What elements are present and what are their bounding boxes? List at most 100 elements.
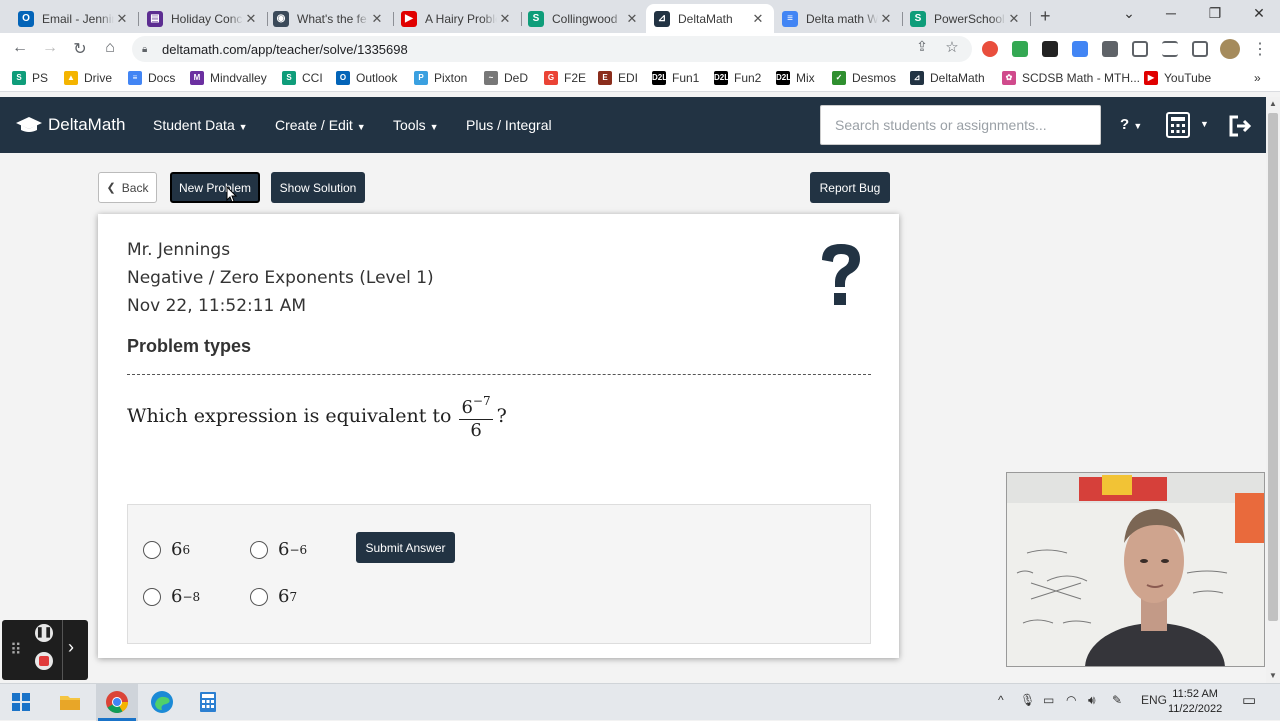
chevron-up-icon[interactable]: ^ (998, 693, 1004, 707)
chevron-right-icon[interactable]: › (68, 637, 74, 658)
edge-icon[interactable] (150, 690, 174, 714)
volume-icon[interactable]: 🔊︎ (1088, 693, 1096, 708)
scroll-down-arrow-icon[interactable]: ▼ (1269, 671, 1277, 680)
show-solution-button[interactable]: Show Solution (271, 172, 365, 203)
bookmark-item[interactable]: ✓ Desmos (832, 71, 896, 85)
deltamath-logo[interactable]: DeltaMath (16, 115, 125, 135)
answer-choice[interactable]: 66 (143, 539, 190, 560)
microphone-icon[interactable]: 🎙︎ (1020, 693, 1035, 707)
browser-tab[interactable]: ▶ A Hairy Problem✕ (393, 4, 522, 33)
browser-tab[interactable]: ◉ What's the fe ✕ (265, 4, 394, 33)
bookmark-item[interactable]: M Mindvalley (190, 71, 267, 85)
bookmark-item[interactable]: D2L Fun2 (714, 71, 761, 85)
bookmark-item[interactable]: ~ DeD (484, 71, 528, 85)
bookmark-item[interactable]: ≡ Docs (128, 71, 175, 85)
bookmark-item[interactable]: E EDI (598, 71, 638, 85)
scroll-up-arrow-icon[interactable]: ▲ (1269, 99, 1277, 108)
back-button[interactable]: ❮ Back (98, 172, 157, 203)
minimize-button[interactable]: ─ (1156, 5, 1186, 21)
tab-search-icon[interactable]: ⌄ (1114, 5, 1144, 22)
pen-icon[interactable]: ✎ (1112, 693, 1122, 707)
bookmark-item[interactable]: ▶ YouTube (1144, 71, 1211, 85)
bookmark-item[interactable]: D2L Mix (776, 71, 815, 85)
bookmark-item[interactable]: ▲ Drive (64, 71, 112, 85)
close-tab-icon[interactable]: ✕ (1006, 11, 1022, 27)
bookmark-item[interactable]: P Pixton (414, 71, 467, 85)
address-bar[interactable]: 🔒︎ deltamath.com/app/teacher/solve/13356… (132, 36, 972, 62)
close-tab-icon[interactable]: ✕ (243, 11, 259, 27)
stop-recording-button[interactable] (35, 652, 53, 670)
nav-student-data[interactable]: Student Data ▼ (153, 117, 248, 133)
reading-list-icon[interactable] (1162, 41, 1178, 57)
answer-choice[interactable]: 6 −6 (250, 539, 307, 560)
notifications-icon[interactable]: ▭ (1242, 691, 1256, 709)
browser-tab[interactable]: O Email - Jennings✕ (10, 4, 139, 33)
extensions-puzzle-icon[interactable] (1102, 41, 1118, 57)
more-bookmarks-icon[interactable]: » (1254, 71, 1261, 85)
nav-tools[interactable]: Tools ▼ (393, 117, 439, 133)
bookmark-item[interactable]: D2L Fun1 (652, 71, 699, 85)
caret-down-icon[interactable]: ▼ (1200, 119, 1209, 129)
back-arrow-icon[interactable]: ← (10, 39, 30, 57)
extension-icon[interactable] (1042, 41, 1058, 57)
close-tab-icon[interactable]: ✕ (750, 11, 766, 27)
submit-answer-button[interactable]: Submit Answer (356, 532, 455, 563)
home-icon[interactable]: ⌂ (100, 39, 120, 57)
profile-avatar[interactable] (1220, 39, 1240, 59)
nav-plus-integral[interactable]: Plus / Integral (466, 117, 552, 133)
cast-icon[interactable] (1132, 41, 1148, 57)
reload-icon[interactable]: ↻ (70, 39, 90, 59)
bookmark-item[interactable]: ✿ SCDSB Math - MTH... (1002, 71, 1140, 85)
side-panel-icon[interactable] (1192, 41, 1208, 57)
close-tab-icon[interactable]: ✕ (624, 11, 640, 27)
wifi-icon[interactable]: ◠ (1066, 693, 1076, 707)
browser-tab[interactable]: ▤ Holiday Concert✕ (139, 4, 268, 33)
logout-icon[interactable] (1228, 115, 1252, 137)
answer-choice[interactable]: 6 −8 (143, 586, 200, 607)
bookmark-item[interactable]: S CCI (282, 71, 323, 85)
windows-start-icon[interactable] (12, 693, 30, 711)
file-explorer-icon[interactable] (58, 690, 82, 714)
calculator-icon[interactable] (1166, 112, 1190, 138)
forward-arrow-icon[interactable]: → (40, 39, 60, 57)
bookmark-item[interactable]: ⊿ DeltaMath (910, 71, 985, 85)
extension-icon[interactable] (982, 41, 998, 57)
browser-tab[interactable]: S Collingwood ✕ (520, 4, 648, 33)
share-icon[interactable]: ⇪ (912, 38, 932, 55)
answer-choice[interactable]: 67 (250, 586, 297, 607)
nav-create-edit[interactable]: Create / Edit ▼ (275, 117, 366, 133)
bookmark-item[interactable]: S PS (12, 71, 48, 85)
close-tab-icon[interactable]: ✕ (878, 11, 894, 27)
system-clock[interactable]: 11:52 AM 11/22/2022 (1168, 687, 1222, 717)
radio-button[interactable] (250, 587, 268, 606)
close-tab-icon[interactable]: ✕ (114, 11, 130, 27)
problem-types-link[interactable]: Problem types (127, 336, 251, 357)
close-window-button[interactable]: ✕ (1244, 5, 1274, 22)
new-tab-button[interactable]: + (1040, 6, 1058, 27)
menu-kebab-icon[interactable]: ⋮ (1250, 39, 1270, 59)
drag-handle-icon[interactable]: ⠿ (10, 640, 22, 660)
close-tab-icon[interactable]: ✕ (369, 11, 385, 27)
radio-button[interactable] (143, 540, 161, 559)
close-tab-icon[interactable]: ✕ (497, 11, 513, 27)
maximize-button[interactable]: ❐ (1200, 5, 1230, 22)
new-problem-button[interactable]: New Problem (170, 172, 260, 203)
radio-button[interactable] (143, 587, 161, 606)
pause-icon[interactable]: ❚❚ (35, 624, 53, 642)
help-menu[interactable]: ? ▼ (1120, 116, 1142, 133)
language-indicator[interactable]: ENG (1141, 693, 1167, 707)
translate-icon[interactable] (1072, 41, 1088, 57)
browser-tab[interactable]: S PowerSchool ✕ (902, 4, 1031, 33)
scrollbar-thumb[interactable] (1268, 113, 1278, 621)
browser-tab[interactable]: ≡ Delta math W ✕ (774, 4, 903, 33)
extension-icon[interactable] (1012, 41, 1028, 57)
radio-button[interactable] (250, 540, 268, 559)
search-input[interactable]: Search students or assignments... (820, 105, 1101, 145)
browser-tab[interactable]: ⊿ DeltaMath ✕ (646, 4, 774, 33)
bookmark-star-icon[interactable]: ☆ (942, 38, 962, 56)
bookmark-item[interactable]: O Outlook (336, 71, 397, 85)
page-scrollbar[interactable]: ▲ ▼ (1266, 97, 1280, 683)
calculator-app-icon[interactable] (196, 690, 220, 714)
report-bug-button[interactable]: Report Bug (810, 172, 890, 203)
battery-icon[interactable]: ▭ (1043, 693, 1054, 707)
